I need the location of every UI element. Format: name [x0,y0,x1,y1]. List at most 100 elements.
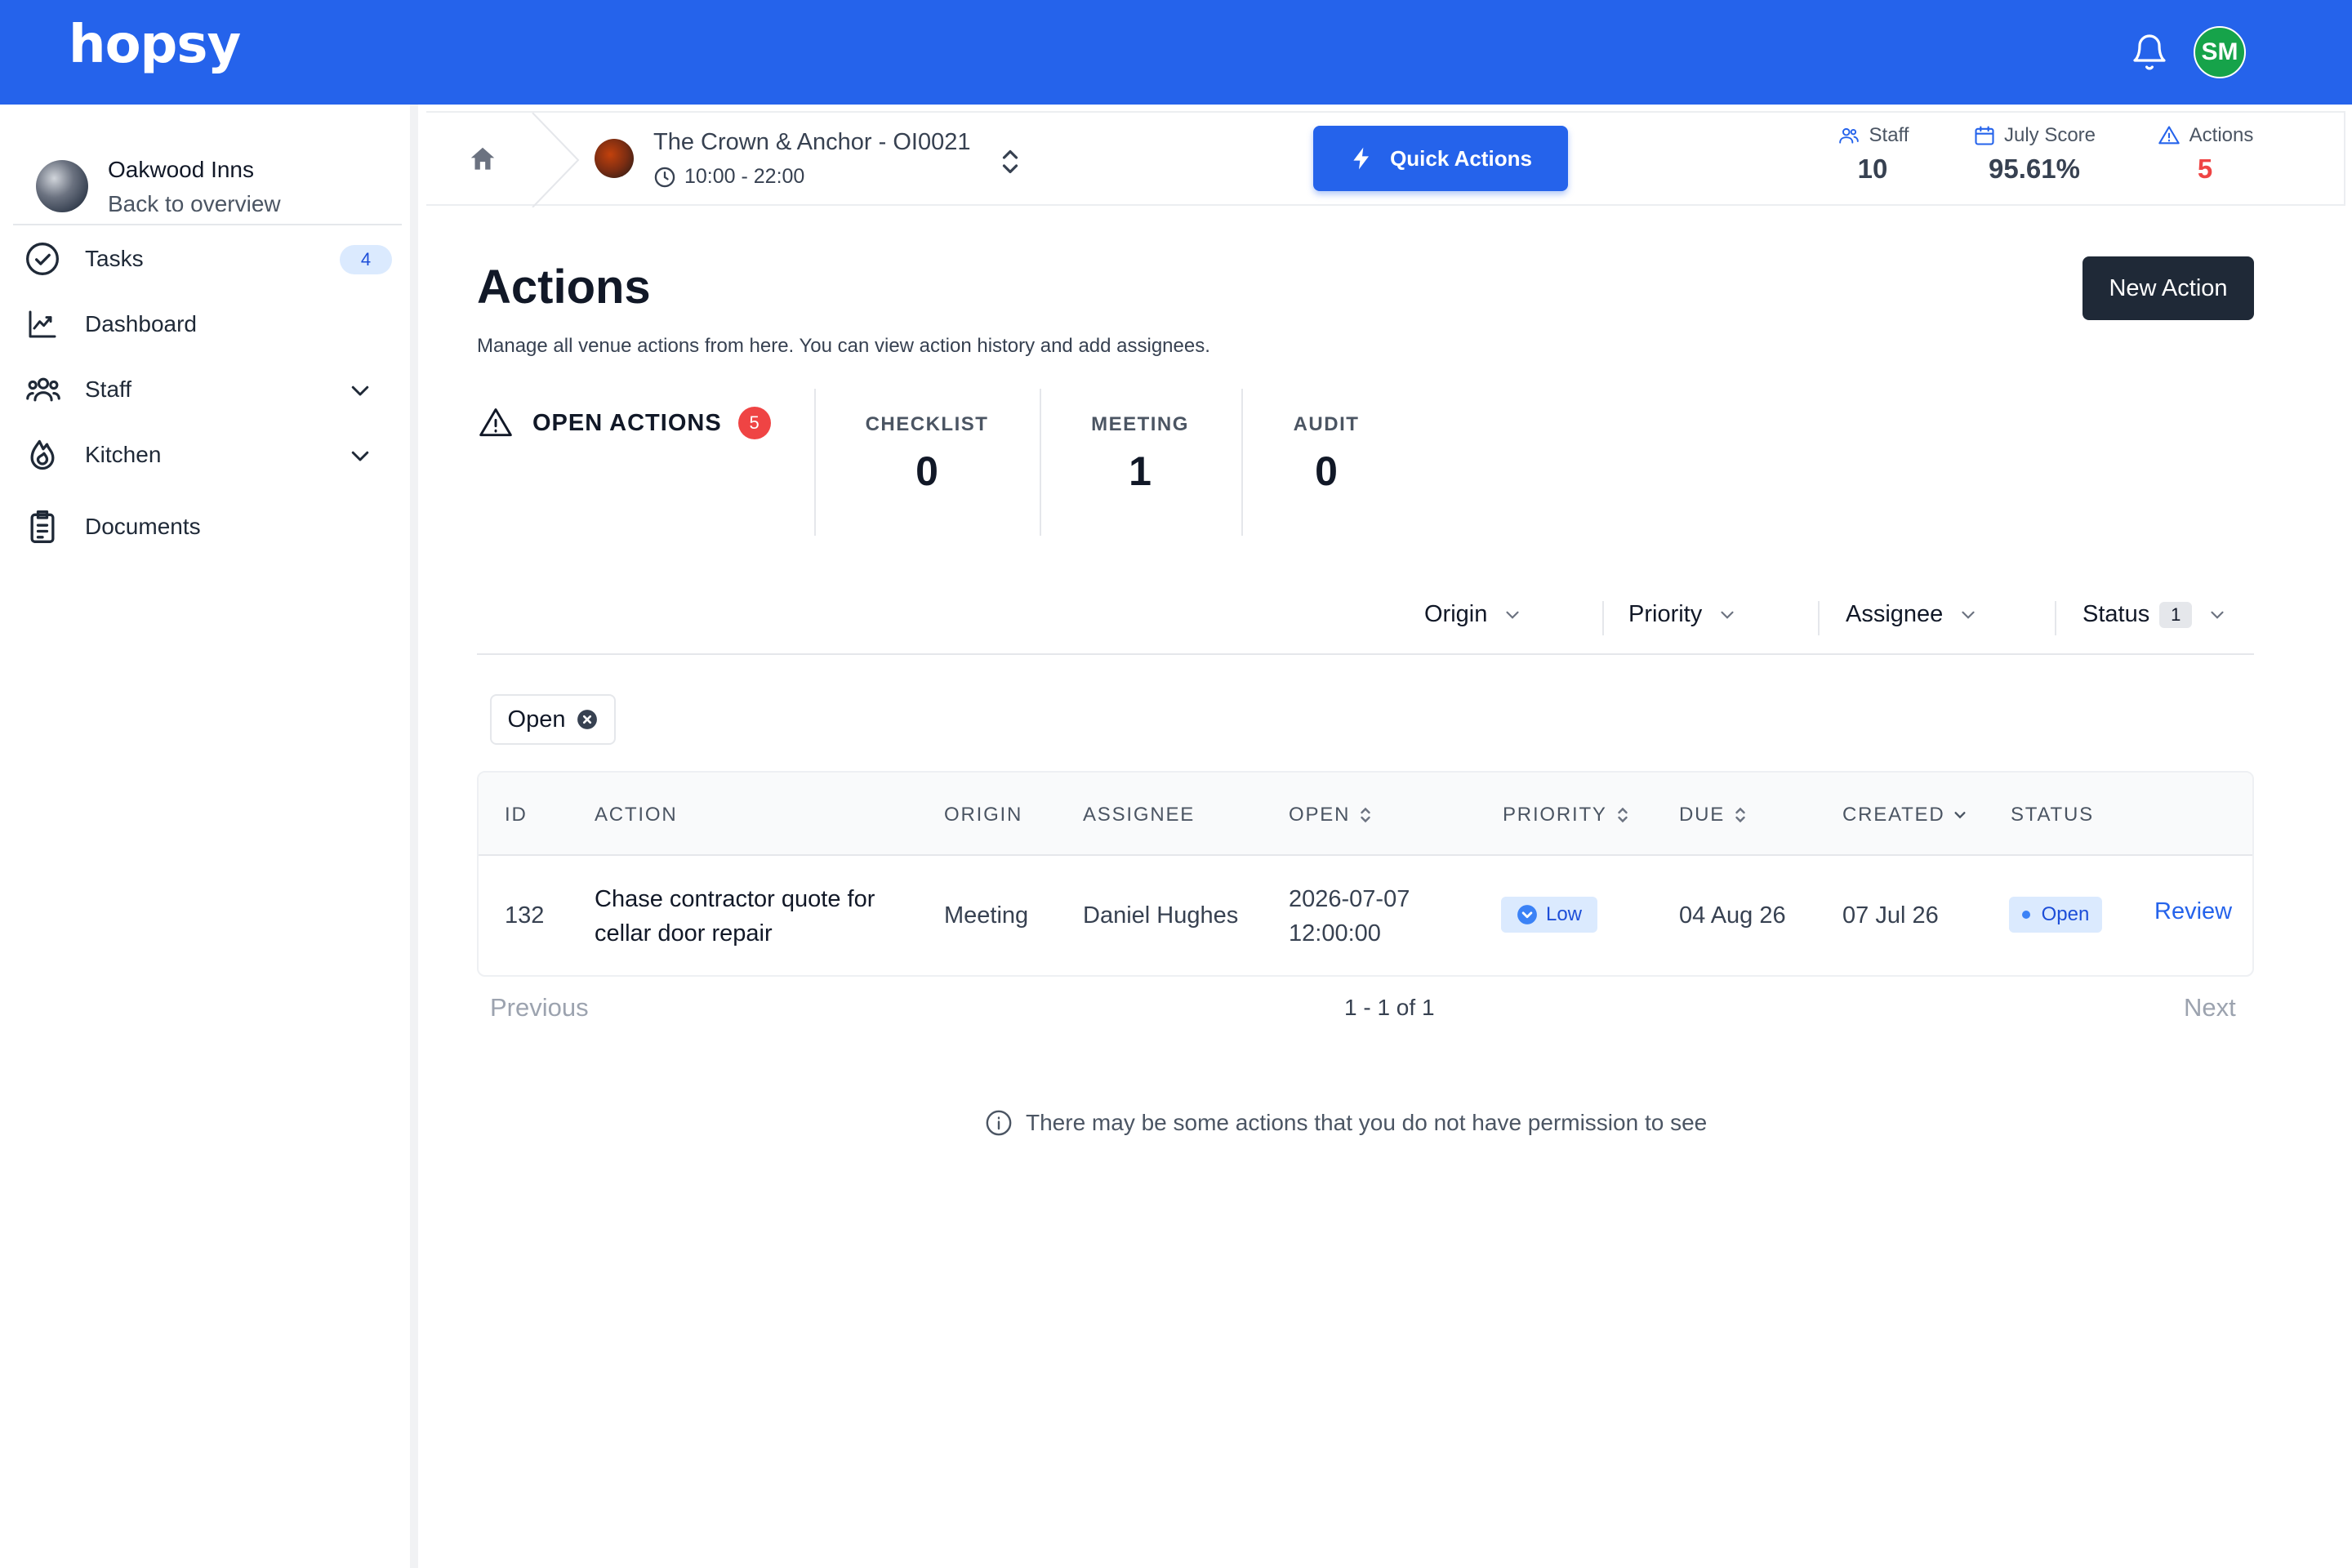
staff-stat-label: Staff [1869,124,1909,146]
staff-stat[interactable]: Staff 10 [1828,124,1918,185]
active-filter-chip-label: Open [507,706,566,733]
venue-avatar [595,139,634,178]
cell-created: 07 Jul 26 [1842,902,1939,929]
page-title: Actions [477,261,651,314]
venue-switch-icon[interactable] [998,145,1022,178]
new-action-button[interactable]: New Action [2082,256,2254,320]
checklist-count[interactable]: CHECKLIST 0 [849,413,1004,495]
users-icon [24,372,67,408]
venue-header: The Crown & Anchor - OI0021 10:00 - 22:0… [426,111,2345,207]
sidebar-item-staff[interactable]: Staff [24,365,392,414]
cell-open-time: 12:00:00 [1289,920,1381,947]
sidebar-item-label: Kitchen [85,442,162,467]
users-icon [1838,127,1859,144]
cell-action-line2: cellar door repair [595,920,773,947]
chevron-down-icon [1962,611,1975,619]
meeting-count-label: MEETING [1091,413,1189,435]
org-name: Oakwood Inns [108,157,254,182]
chevron-down-icon[interactable] [348,443,372,468]
priority-filter[interactable]: Priority [1628,601,1738,628]
page-description: Manage all venue actions from here. You … [477,335,1210,357]
meeting-count[interactable]: MEETING 1 [1075,413,1205,495]
status-filter-label: Status [2082,601,2150,627]
cell-id: 132 [505,902,545,929]
divider [1241,389,1243,536]
sidebar-item-kitchen[interactable]: Kitchen [24,430,392,479]
divider [1602,601,1604,635]
priority-filter-label: Priority [1628,601,1703,627]
actions-stat[interactable]: Actions 5 [2148,124,2262,185]
lightning-icon [1353,147,1370,170]
open-actions-count-badge: 5 [737,407,771,439]
column-header-action: ACTION [595,804,678,826]
status-badge-label: Open [2041,903,2090,925]
warning-icon [479,408,512,437]
column-header-priority[interactable]: PRIORITY [1503,804,1630,826]
notification-bell-icon[interactable] [2130,33,2169,72]
warning-icon [2158,126,2180,145]
sidebar-item-dashboard[interactable]: Dashboard [24,300,392,349]
checklist-count-label: CHECKLIST [865,413,989,435]
hopsy-logo[interactable]: hopsy [69,15,241,75]
priority-badge: Low [1501,897,1597,933]
cell-assignee: Daniel Hughes [1083,902,1239,929]
origin-filter[interactable]: Origin [1424,601,1523,628]
chart-line-icon [24,306,67,342]
info-icon [986,1110,1012,1136]
close-circle-icon[interactable] [577,709,598,730]
pagination-info: 1 - 1 of 1 [1344,995,1435,1020]
permission-note: There may be some actions that you do no… [985,1109,1707,1137]
chevron-down-circle-icon [1517,905,1537,924]
back-to-overview-link[interactable]: Back to overview [108,191,281,217]
user-avatar[interactable]: SM [2194,26,2246,78]
permission-note-text: There may be some actions that you do no… [1026,1110,1708,1135]
actions-table: ID ACTION ORIGIN ASSIGNEE OPEN PRIORITY … [477,771,2254,977]
sidebar-item-documents[interactable]: Documents [24,502,392,551]
clipboard-icon [24,509,67,545]
previous-page-button[interactable]: Previous [490,993,589,1022]
audit-count-label: AUDIT [1293,413,1360,435]
venue-hours: 10:00 - 22:00 [653,165,804,189]
breadcrumb-separator [532,113,580,207]
calendar-icon [1975,126,1994,145]
actions-stat-value: 5 [2197,154,2213,184]
sidebar-item-tasks[interactable]: Tasks 4 [24,234,392,283]
chevron-down-icon [2211,611,2224,619]
column-header-due[interactable]: DUE [1679,804,1748,826]
org-avatar [36,160,88,212]
july-score-stat[interactable]: July Score 95.61% [1965,124,2104,185]
column-header-open[interactable]: OPEN [1289,804,1373,826]
sidebar-item-label: Staff [85,376,132,402]
next-page-button[interactable]: Next [2184,993,2236,1022]
venue-name[interactable]: The Crown & Anchor - OI0021 [653,129,970,156]
review-link[interactable]: Review [2154,898,2232,925]
check-circle-icon [24,241,67,277]
status-filter-count: 1 [2159,601,2193,628]
cell-open-date: 2026-07-07 [1289,886,1410,912]
column-header-created[interactable]: CREATED [1842,804,1967,826]
chevron-down-icon [1721,611,1734,619]
sidebar-item-label: Tasks [85,246,144,271]
column-header-assignee: ASSIGNEE [1083,804,1196,826]
filters-divider [477,653,2254,655]
chevron-down-icon[interactable] [348,378,372,403]
column-header-id: ID [505,804,528,826]
status-filter[interactable]: Status 1 [2082,601,2228,628]
fire-icon [24,437,67,473]
sort-desc-icon [1953,812,1966,819]
open-actions-summary: OPEN ACTIONS 5 [477,405,771,441]
sidebar: Oakwood Inns Back to overview Tasks 4 Da… [0,105,418,1568]
quick-actions-button[interactable]: Quick Actions [1313,126,1568,191]
sort-icon [1361,807,1370,823]
org-switcher[interactable]: Oakwood Inns Back to overview [13,129,402,225]
assignee-filter-label: Assignee [1846,601,1944,627]
home-icon[interactable] [467,144,498,175]
quick-actions-label: Quick Actions [1390,145,1532,171]
active-filter-chip[interactable]: Open [490,694,616,745]
sort-icon [1618,807,1628,823]
column-header-priority-label: PRIORITY [1503,804,1607,826]
sidebar-item-label: Dashboard [85,311,197,336]
assignee-filter[interactable]: Assignee [1846,601,1979,628]
audit-count-value: 0 [1315,448,1338,494]
audit-count[interactable]: AUDIT 0 [1277,413,1375,495]
